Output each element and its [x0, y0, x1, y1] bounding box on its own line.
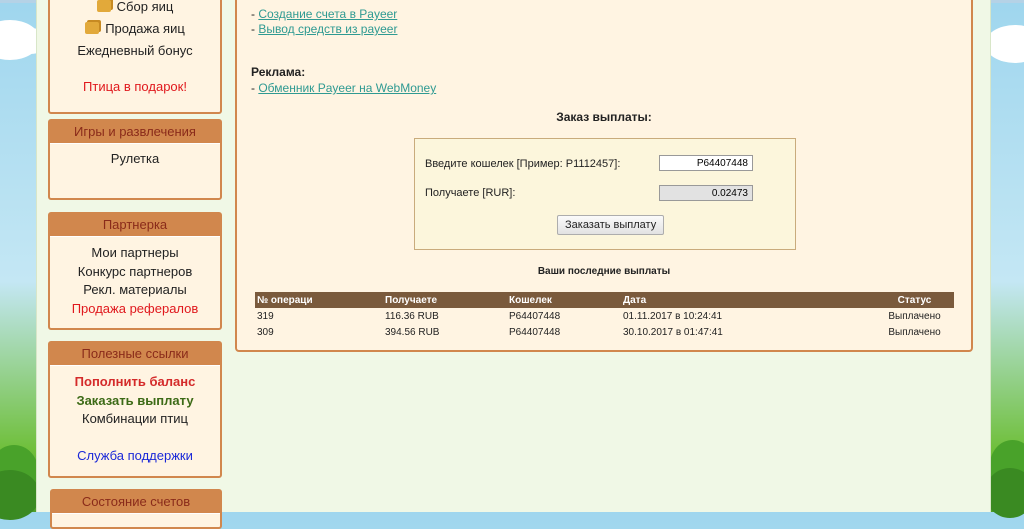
help-link-row: - Создание счета в Payeer [251, 7, 397, 21]
sidebar-item-top-up[interactable]: Пополнить баланс [50, 373, 220, 392]
column-header-status: Статус [875, 292, 954, 308]
sidebar-item-promo-materials[interactable]: Рекл. материалы [50, 281, 220, 300]
column-header-operation: № операци [255, 292, 383, 308]
page-content: Сбор яиц Продажа яиц Ежедневный бонус Пт… [36, 0, 991, 529]
sidebar-item-label: Сбор яиц [116, 0, 174, 14]
sidebar-games-box: Игры и развлечения Рулетка [48, 119, 222, 200]
column-header-date: Дата [621, 292, 875, 308]
sidebar-item-label: Продажа яиц [105, 21, 185, 36]
sidebar-item-my-partners[interactable]: Мои партнеры [50, 244, 220, 263]
sidebar-partners-box: Партнерка Мои партнеры Конкурс партнеров… [48, 212, 222, 330]
sidebar-item-support[interactable]: Служба поддержки [50, 447, 220, 466]
wallet-id: P64407448 [509, 310, 561, 322]
sidebar-spacer [50, 62, 220, 76]
order-title: Заказ выплаты: [556, 110, 652, 124]
payout-date: 01.11.2017 в 10:24:41 [623, 310, 723, 322]
operation-id: 319 [257, 310, 274, 322]
operation-id: 309 [257, 326, 274, 338]
sidebar-item-daily-bonus[interactable]: Ежедневный бонус [50, 40, 220, 62]
table-row: 309 394.56 RUB P64407448 30.10.2017 в 01… [255, 324, 954, 340]
ad-title: Реклама: [251, 65, 306, 79]
wallet-id: P64407448 [509, 326, 561, 338]
help-link-withdraw-payeer[interactable]: Вывод средств из payeer [258, 22, 397, 36]
help-link-create-payeer[interactable]: Создание счета в Payeer [258, 7, 397, 21]
table-header-row: № операци Получаете Кошелек Дата Статус [255, 292, 954, 308]
sidebar-games-header: Игры и развлечения [50, 121, 220, 144]
order-payout-button[interactable]: Заказать выплату [557, 215, 665, 235]
receive-label: Получаете [RUR]: [425, 187, 516, 199]
payout-form: Введите кошелек [Пример: P1112457]: Полу… [414, 138, 796, 250]
wallet-label: Введите кошелек [Пример: P1112457]: [425, 158, 621, 170]
payments-title: Ваши последние выплаты [537, 266, 671, 277]
ad-link-exchanger[interactable]: Обменник Payeer на WebMoney [258, 81, 436, 95]
egg-icon [96, 0, 111, 12]
sidebar-item-sell-referrals[interactable]: Продажа рефералов [50, 300, 220, 319]
sidebar-item-gift-bird[interactable]: Птица в подарок! [50, 76, 220, 98]
sidebar-partners-list: Мои партнеры Конкурс партнеров Рекл. мат… [50, 237, 220, 318]
sidebar-useful-box: Полезные ссылки Пополнить баланс Заказат… [48, 341, 222, 478]
payments-table: № операци Получаете Кошелек Дата Статус … [255, 292, 954, 340]
payout-amount: 394.56 RUB [385, 326, 440, 338]
coin-icon [85, 22, 100, 34]
sidebar-item-collect-eggs[interactable]: Сбор яиц [50, 0, 220, 18]
wallet-input[interactable] [659, 155, 753, 171]
payout-date: 30.10.2017 в 01:47:41 [623, 326, 723, 338]
sidebar-farm-box: Сбор яиц Продажа яиц Ежедневный бонус Пт… [48, 0, 222, 114]
sidebar-item-order-payout[interactable]: Заказать выплату [50, 392, 220, 411]
sidebar-useful-list: Пополнить баланс Заказать выплату Комбин… [50, 366, 220, 466]
sidebar-accounts-box: Состояние счетов [50, 489, 222, 529]
sidebar-item-roulette[interactable]: Рулетка [50, 150, 220, 169]
help-link-row: - Вывод средств из payeer [251, 22, 397, 36]
sidebar-games-list: Рулетка [50, 144, 220, 169]
column-header-amount: Получаете [383, 292, 507, 308]
sidebar-farm-list: Сбор яиц Продажа яиц Ежедневный бонус Пт… [50, 0, 220, 98]
sidebar-item-partner-contest[interactable]: Конкурс партнеров [50, 263, 220, 282]
sidebar-partners-header: Партнерка [50, 214, 220, 237]
payout-amount: 116.36 RUB [385, 310, 439, 322]
receive-amount-field [659, 185, 753, 201]
payout-status: Выплачено [888, 326, 941, 338]
sidebar-useful-header: Полезные ссылки [50, 343, 220, 366]
sidebar-item-sell-eggs[interactable]: Продажа яиц [50, 18, 220, 40]
payout-status: Выплачено [888, 310, 941, 322]
sidebar-spacer [50, 429, 220, 448]
table-row: 319 116.36 RUB P64407448 01.11.2017 в 10… [255, 308, 954, 324]
ad-link-row: - Обменник Payeer на WebMoney [251, 81, 436, 95]
column-header-wallet: Кошелек [507, 292, 621, 308]
sidebar-item-bird-combos[interactable]: Комбинации птиц [50, 410, 220, 429]
main-panel: - Создание счета в Payeer - Вывод средст… [235, 0, 973, 352]
sidebar-accounts-header: Состояние счетов [52, 491, 220, 514]
